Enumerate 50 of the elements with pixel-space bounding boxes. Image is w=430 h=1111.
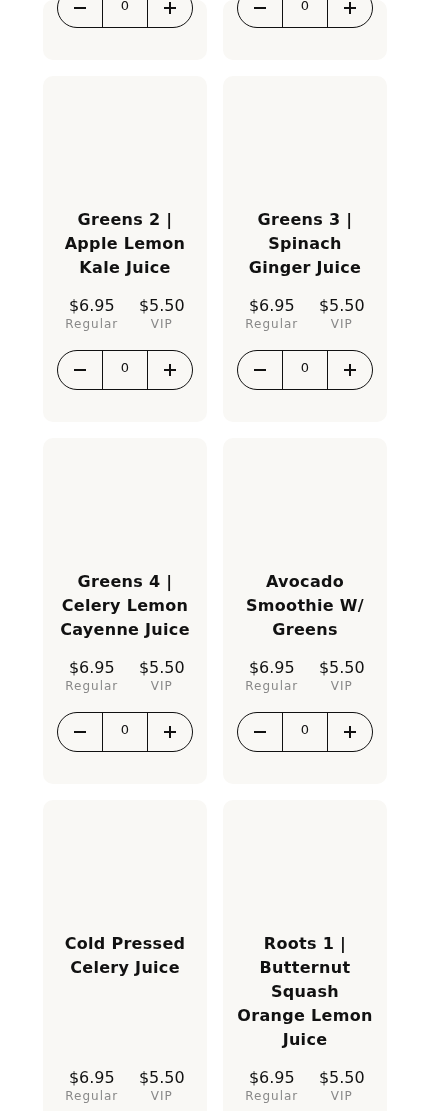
regular-price: $6.95 bbox=[248, 296, 295, 316]
regular-label: Regular bbox=[245, 316, 299, 332]
plus-icon[interactable] bbox=[344, 726, 356, 738]
vip-price: $5.50 bbox=[138, 296, 185, 316]
product-card[interactable]: Greens 4 | Celery Lemon Cayenne Juice $6.95 Regular $5.50 VIP 0 bbox=[43, 438, 207, 784]
product-name: Cold Pressed Celery Juice bbox=[63, 933, 187, 979]
quantity-value: 0 bbox=[282, 0, 328, 27]
regular-label: Regular bbox=[65, 316, 119, 332]
vip-label: VIP bbox=[330, 316, 353, 332]
product-card[interactable]: 0 bbox=[223, 0, 387, 60]
regular-label: Regular bbox=[245, 678, 299, 694]
regular-label: Regular bbox=[245, 1088, 299, 1104]
regular-label: Regular bbox=[65, 1088, 119, 1104]
product-card[interactable]: Avocado Smoothie W/ Greens $6.95 Regular $5.50 VIP 0 bbox=[223, 438, 387, 784]
vip-price: $5.50 bbox=[138, 1068, 185, 1088]
quantity-value: 0 bbox=[102, 351, 148, 389]
plus-icon[interactable] bbox=[344, 2, 356, 14]
product-name: Greens 3 | Spinach Ginger Juice bbox=[247, 209, 363, 279]
plus-icon[interactable] bbox=[164, 364, 176, 376]
product-card[interactable]: Roots 1 | Butternut Squash Orange Lemon Juice $6.95 Regular $5.50 VIP bbox=[223, 800, 387, 1111]
quantity-value: 0 bbox=[102, 713, 148, 751]
regular-label: Regular bbox=[65, 678, 119, 694]
vip-label: VIP bbox=[150, 678, 173, 694]
vip-price: $5.50 bbox=[318, 296, 365, 316]
vip-price: $5.50 bbox=[318, 658, 365, 678]
product-card[interactable]: 0 bbox=[43, 0, 207, 60]
regular-price: $6.95 bbox=[68, 296, 115, 316]
product-card[interactable]: Cold Pressed Celery Juice $6.95 Regular $5.50 VIP bbox=[43, 800, 207, 1111]
regular-price: $6.95 bbox=[248, 1068, 295, 1088]
product-name: Roots 1 | Butternut Squash Orange Lemon Juice bbox=[236, 933, 374, 1051]
regular-price: $6.95 bbox=[248, 658, 295, 678]
product-name: Greens 4 | Celery Lemon Cayenne Juice bbox=[59, 571, 191, 641]
plus-icon[interactable] bbox=[164, 726, 176, 738]
quantity-value: 0 bbox=[282, 351, 328, 389]
vip-price: $5.50 bbox=[318, 1068, 365, 1088]
vip-price: $5.50 bbox=[138, 658, 185, 678]
vip-label: VIP bbox=[330, 1088, 353, 1104]
vip-label: VIP bbox=[150, 1088, 173, 1104]
plus-icon[interactable] bbox=[164, 2, 176, 14]
regular-price: $6.95 bbox=[68, 658, 115, 678]
quantity-value: 0 bbox=[102, 0, 148, 27]
vip-label: VIP bbox=[330, 678, 353, 694]
quantity-value: 0 bbox=[282, 713, 328, 751]
product-name: Avocado Smoothie W/ Greens bbox=[245, 571, 365, 641]
product-card[interactable]: Greens 2 | Apple Lemon Kale Juice $6.95 Regular $5.50 VIP 0 bbox=[43, 76, 207, 422]
regular-price: $6.95 bbox=[68, 1068, 115, 1088]
product-card[interactable]: Greens 3 | Spinach Ginger Juice $6.95 Regular $5.50 VIP 0 bbox=[223, 76, 387, 422]
vip-label: VIP bbox=[150, 316, 173, 332]
plus-icon[interactable] bbox=[344, 364, 356, 376]
product-name: Greens 2 | Apple Lemon Kale Juice bbox=[63, 209, 187, 279]
